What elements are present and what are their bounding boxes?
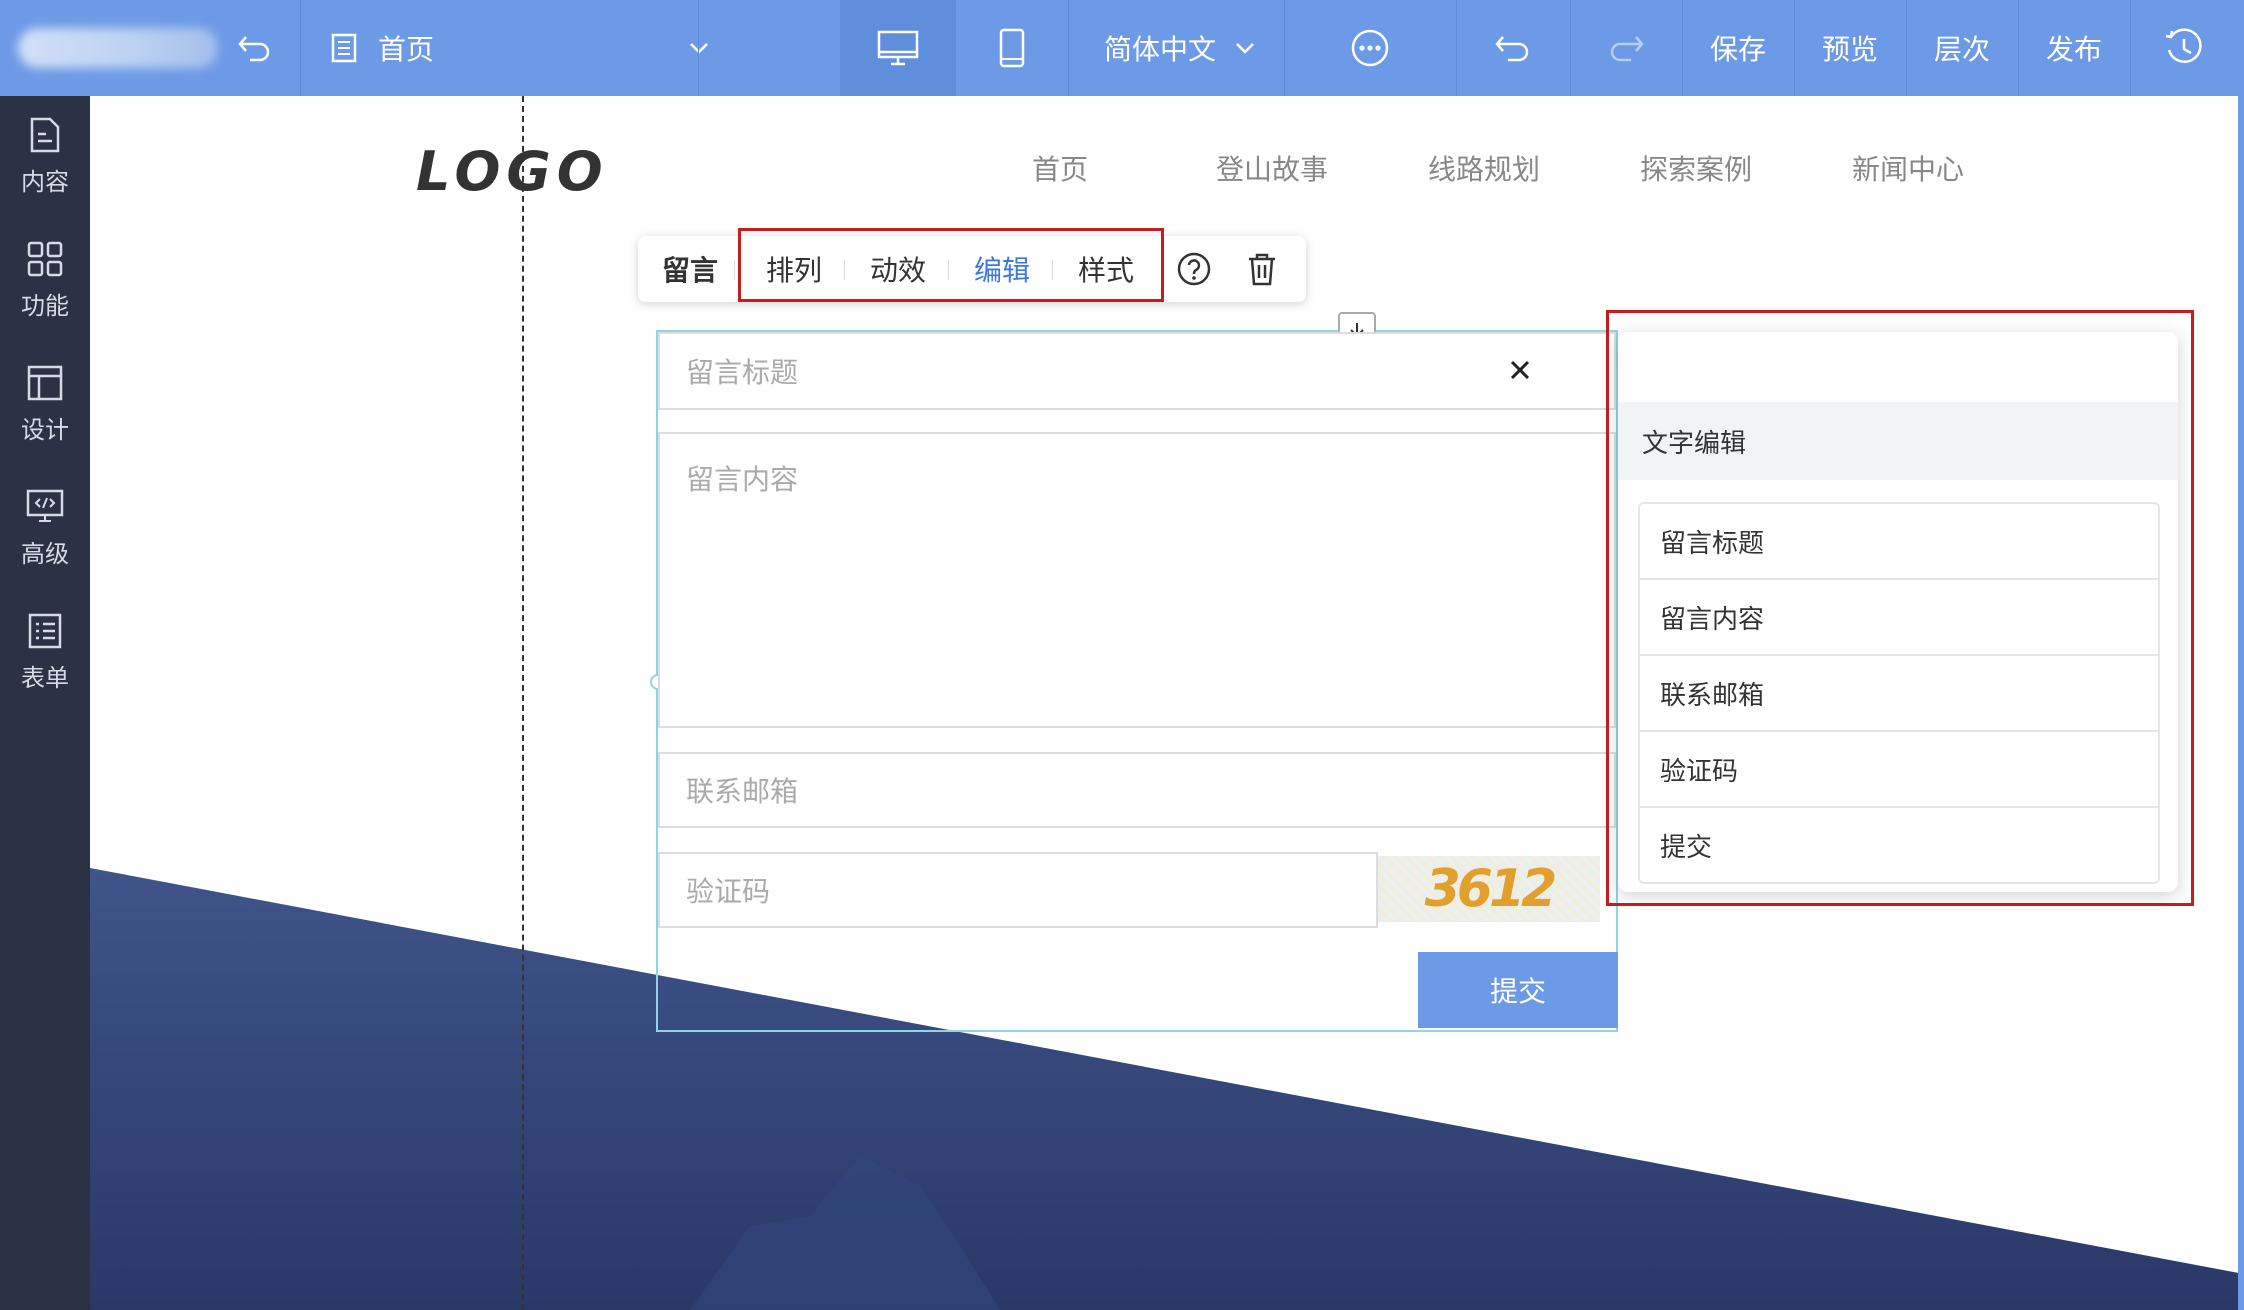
publish-button[interactable]: 发布	[2018, 0, 2130, 96]
message-title-field[interactable]: 留言标题	[658, 332, 1616, 410]
undo-arrow-icon	[238, 36, 270, 62]
sidebar-item-function[interactable]: 功能	[0, 240, 90, 350]
save-button[interactable]: 保存	[1682, 0, 1794, 96]
more-dots-icon	[1351, 29, 1389, 67]
page-icon	[331, 33, 357, 63]
preview-button[interactable]: 预览	[1794, 0, 1906, 96]
site-logo[interactable]: LOGO	[416, 140, 609, 203]
history-clock-icon	[2165, 28, 2202, 63]
page-select[interactable]: 首页	[330, 0, 710, 96]
sidebar-item-form[interactable]: 表单	[0, 612, 90, 722]
grid-icon	[27, 241, 63, 277]
email-placeholder: 联系邮箱	[686, 775, 799, 808]
highlight-box-toolbar	[738, 228, 1164, 302]
trash-icon	[1249, 253, 1275, 286]
captcha-image[interactable]: 3612	[1378, 856, 1600, 922]
layout-guide-line	[522, 96, 524, 1310]
captcha-text: 3612	[1424, 859, 1558, 919]
nav-item-home[interactable]: 首页	[1032, 148, 1088, 188]
undo-icon	[1495, 36, 1529, 62]
sidebar-item-label: 设计	[21, 416, 69, 444]
desktop-view-button[interactable]	[840, 0, 956, 96]
help-button[interactable]	[1176, 236, 1212, 302]
window-edge	[2238, 0, 2244, 1310]
sidebar-item-label: 功能	[21, 292, 69, 320]
delete-button[interactable]	[1246, 236, 1278, 302]
undo-button[interactable]	[1456, 0, 1570, 96]
layout-icon	[27, 365, 63, 401]
sidebar-item-design[interactable]: 设计	[0, 364, 90, 474]
message-title-placeholder: 留言标题	[686, 356, 799, 389]
chevron-down-icon	[1236, 43, 1254, 54]
nav-item-routes[interactable]: 线路规划	[1428, 148, 1540, 188]
more-button[interactable]	[1284, 0, 1456, 96]
mobile-view-button[interactable]	[956, 0, 1068, 96]
document-icon	[30, 117, 60, 153]
top-toolbar: 首页 简体中文 保存 预览 层次 发布	[0, 0, 2244, 96]
nav-item-stories[interactable]: 登山故事	[1216, 148, 1328, 188]
mobile-icon	[999, 28, 1025, 68]
close-icon	[1510, 360, 1530, 380]
sidebar-item-advanced[interactable]: 高级	[0, 488, 90, 598]
site-name-blurred	[18, 28, 218, 68]
redo-button[interactable]	[1570, 0, 1682, 96]
history-button[interactable]	[2130, 0, 2238, 96]
help-icon	[1177, 252, 1211, 286]
desktop-icon	[877, 30, 919, 66]
left-sidebar: 内容 功能 设计 高级 表单	[0, 96, 90, 1310]
module-name-label: 留言	[662, 254, 719, 287]
language-select[interactable]: 简体中文	[1080, 0, 1280, 96]
email-field[interactable]: 联系邮箱	[658, 752, 1616, 828]
submit-button[interactable]: 提交	[1418, 952, 1618, 1028]
captcha-placeholder: 验证码	[686, 875, 771, 908]
chevron-down-icon	[690, 43, 708, 54]
code-monitor-icon	[26, 489, 64, 522]
highlight-box-panel	[1606, 310, 2194, 906]
sidebar-item-label: 表单	[21, 664, 69, 692]
list-icon	[28, 613, 62, 649]
sidebar-item-label: 高级	[21, 540, 69, 568]
back-button[interactable]	[230, 0, 280, 96]
captcha-field[interactable]: 验证码	[658, 852, 1378, 928]
message-content-field[interactable]: 留言内容	[658, 432, 1616, 728]
message-content-placeholder: 留言内容	[686, 463, 799, 496]
panel-close-button[interactable]	[1504, 354, 1536, 386]
sidebar-item-content[interactable]: 内容	[0, 116, 90, 226]
nav-item-cases[interactable]: 探索案例	[1640, 148, 1752, 188]
language-label: 简体中文	[1103, 33, 1216, 66]
redo-icon	[1610, 36, 1644, 62]
page-select-label: 首页	[378, 33, 435, 66]
nav-item-news[interactable]: 新闻中心	[1852, 148, 1964, 188]
sidebar-item-label: 内容	[21, 168, 69, 196]
layers-button[interactable]: 层次	[1906, 0, 2018, 96]
